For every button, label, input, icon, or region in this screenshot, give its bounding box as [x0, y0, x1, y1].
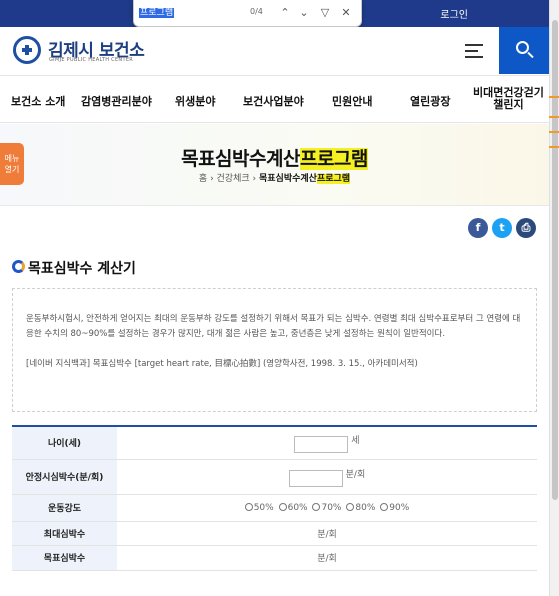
find-match-marker: [549, 131, 559, 133]
nav-item-infection[interactable]: 감염병관리분야: [81, 93, 152, 109]
intensity-option[interactable]: 50%: [244, 502, 274, 513]
age-input[interactable]: [294, 435, 349, 453]
find-input[interactable]: 프로그램: [139, 6, 247, 20]
nav-item-walking-challenge[interactable]: 비대면건강걷기 챌린지: [473, 87, 544, 111]
age-label: 나이(세): [12, 426, 117, 460]
page-title-plain: 목표심박수계산: [181, 148, 300, 170]
find-previous-icon[interactable]: ⌃: [277, 5, 293, 21]
nav-item-hygiene[interactable]: 위생분야: [175, 93, 215, 109]
nav-item-open-square[interactable]: 열린광장: [410, 93, 450, 109]
nav-item-walking-line2: 챌린지: [493, 98, 524, 111]
intensity-option[interactable]: 70%: [312, 502, 342, 513]
intensity-options: 50% 60% 70% 80% 90%: [117, 494, 537, 522]
facebook-share-icon[interactable]: f: [468, 218, 488, 238]
breadcrumb-home[interactable]: 홈: [199, 174, 207, 184]
find-close-icon[interactable]: ✕: [338, 5, 354, 21]
find-next-icon[interactable]: ⌄: [296, 5, 312, 21]
page: 로그인 프로그램 0/4 ⌃ ⌄ ▽ ✕ 김제시 보건소 GIMJE PUBLI…: [0, 0, 559, 596]
max-heart-rate-label: 최대심박수: [12, 521, 117, 546]
breadcrumb-current: 목표심박수계산프로그램: [258, 174, 351, 184]
scrollbar-thumb[interactable]: [552, 20, 558, 500]
resting-heart-rate-label: 안정시심박수(분/회): [12, 459, 117, 495]
find-match-marker: [549, 116, 559, 118]
description-text: 운동부하시험시, 안전하게 얻어지는 최대의 운동부하 강도를 설정하기 위해서…: [26, 314, 521, 339]
site-header: 김제시 보건소 GIMJE PUBLIC HEALTH CENTER: [0, 27, 549, 74]
max-heart-rate-value: 분/회: [117, 521, 537, 546]
find-match-count: 0/4: [250, 7, 263, 16]
find-query: 프로그램: [139, 8, 175, 18]
hamburger-menu-icon[interactable]: [465, 44, 483, 58]
breadcrumb: 홈 › 건강체크 › 목표심박수계산프로그램: [198, 174, 351, 184]
main-nav: 보건소 소개 감염병관리분야 위생분야 보건사업분야 민원안내 열린광장 비대면…: [0, 75, 549, 123]
nav-item-about[interactable]: 보건소 소개: [11, 93, 65, 109]
intensity-option[interactable]: 60%: [278, 502, 308, 513]
print-icon[interactable]: ⎙: [516, 218, 536, 238]
search-button[interactable]: [499, 27, 549, 74]
logo-subtitle: GIMJE PUBLIC HEALTH CENTER: [49, 57, 134, 63]
intensity-option[interactable]: 90%: [380, 502, 409, 513]
find-filter-icon[interactable]: ▽: [317, 5, 333, 21]
target-heart-rate-label: 목표심박수: [12, 545, 117, 571]
login-link[interactable]: 로그인: [440, 6, 468, 21]
section-title: 목표심박수 계산기: [28, 261, 136, 277]
intensity-option[interactable]: 80%: [346, 502, 375, 513]
intensity-label: 운동강도: [12, 494, 117, 522]
section-bullet-icon: [12, 260, 25, 273]
nav-item-health-projects[interactable]: 보건사업분야: [243, 93, 304, 109]
resting-heart-rate-unit: 분/회: [345, 469, 366, 480]
target-heart-rate-value: 분/회: [117, 545, 537, 571]
nav-item-civil-service[interactable]: 민원안내: [332, 93, 372, 109]
page-hero: 메뉴 열기 목표심박수계산프로그램 홈 › 건강체크 › 목표심박수계산프로그램: [0, 124, 549, 206]
find-match-marker: [549, 146, 559, 148]
page-title: 목표심박수계산프로그램: [0, 144, 549, 171]
calculator-form: 나이(세) 세 안정시심박수(분/회) 분/회 운동강도 50% 60% 70%…: [12, 425, 537, 571]
description-source: [네이버 지식백과] 목표심박수 [target heart rate, 目標心…: [26, 359, 418, 369]
age-unit: 세: [351, 435, 360, 446]
breadcrumb-health-check[interactable]: 건강체크: [217, 174, 250, 184]
find-in-page-bar: 프로그램 0/4 ⌃ ⌄ ▽ ✕: [133, 0, 362, 27]
twitter-share-icon[interactable]: t: [492, 218, 512, 238]
page-scrollbar[interactable]: [549, 0, 559, 596]
page-title-highlight: 프로그램: [299, 148, 368, 170]
find-match-marker: [549, 96, 559, 98]
resting-heart-rate-input[interactable]: [288, 469, 343, 487]
logo-emblem-icon[interactable]: [13, 36, 41, 64]
description-box: 운동부하시험시, 안전하게 얻어지는 최대의 운동부하 강도를 설정하기 위해서…: [12, 288, 537, 412]
